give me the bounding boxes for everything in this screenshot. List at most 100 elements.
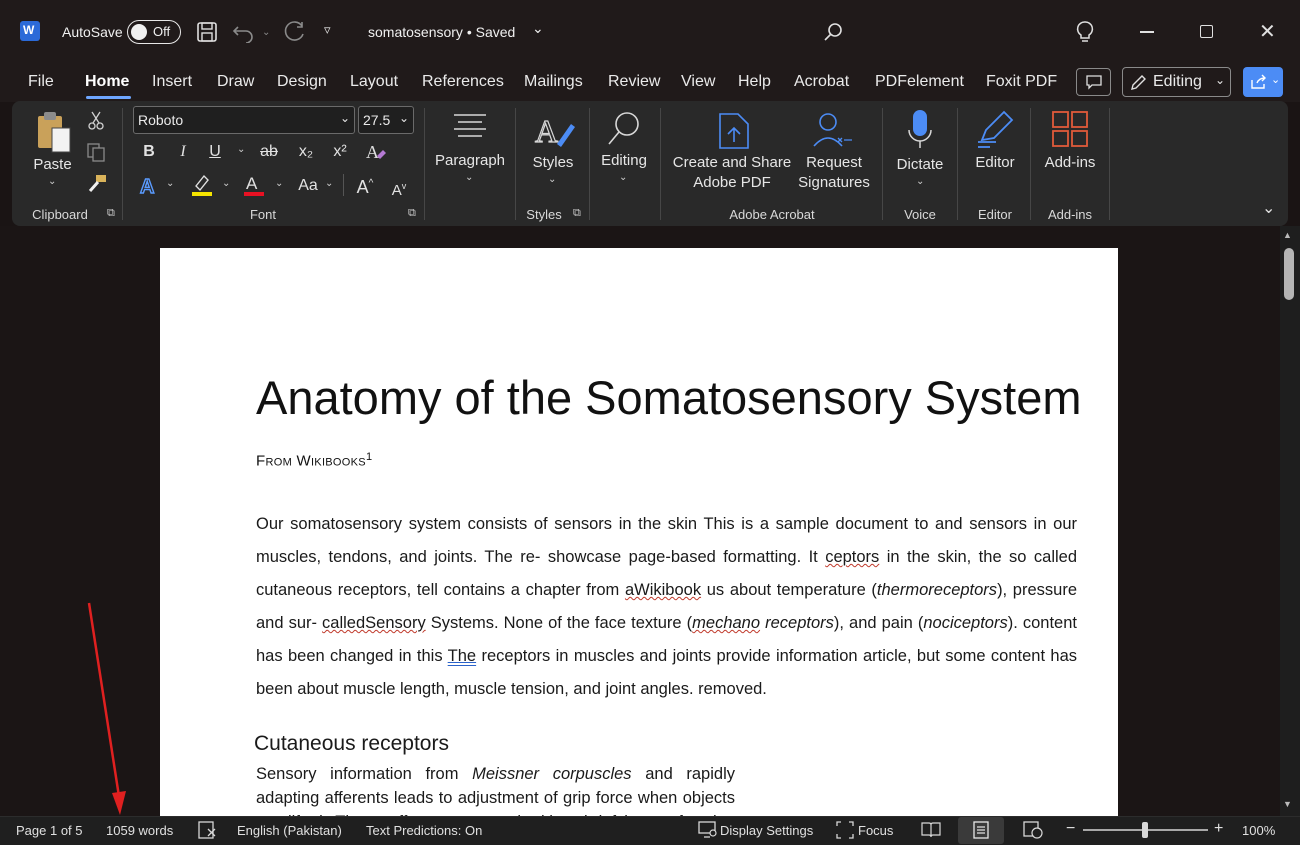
zoom-level[interactable]: 100% [1242,823,1275,838]
display-settings-icon[interactable] [698,821,718,839]
bold-button[interactable]: B [140,142,158,162]
editor-icon[interactable] [974,108,1016,150]
word-count[interactable]: 1059 words [106,823,173,838]
focus-icon[interactable] [836,821,854,839]
change-case-chevron-down-icon[interactable]: ⌄ [325,178,333,189]
clipboard-launcher-icon[interactable]: ⧉ [107,207,115,220]
font-size-combo[interactable]: 27.5 ⌄ [358,106,414,134]
request-signatures-line1[interactable]: Request [796,153,872,173]
tab-design[interactable]: Design [277,73,327,91]
dictate-label[interactable]: Dictate [890,155,950,175]
copy-icon[interactable] [86,142,106,162]
maximize-icon[interactable] [1200,25,1213,38]
proofing-icon[interactable] [198,821,218,839]
change-case-button[interactable]: Aa [296,176,320,196]
tab-view[interactable]: View [681,73,715,91]
superscript-button[interactable]: x² [329,142,351,162]
paste-chevron-down-icon[interactable]: ⌄ [48,176,56,187]
styles-icon[interactable]: A [533,110,577,152]
add-ins-label[interactable]: Add-ins [1038,153,1102,173]
customize-qat-icon[interactable]: ▿ [324,22,331,38]
paragraph-chevron-down-icon[interactable]: ⌄ [465,172,473,183]
format-painter-icon[interactable] [86,173,108,195]
editing-chevron-down-icon[interactable]: ⌄ [619,172,627,183]
create-pdf-icon[interactable] [716,110,752,150]
zoom-in-icon[interactable]: + [1214,820,1223,838]
find-icon[interactable] [605,108,645,148]
tab-mailings[interactable]: Mailings [524,73,583,91]
strikethrough-button[interactable]: ab [257,142,281,162]
grow-font-icon[interactable]: A^ [354,174,376,197]
text-effects-chevron-down-icon[interactable]: ⌄ [166,178,174,189]
text-effects-icon[interactable]: A [138,174,160,196]
focus-label[interactable]: Focus [858,823,893,838]
zoom-slider-thumb[interactable] [1142,822,1148,838]
paragraph-label[interactable]: Paragraph [430,151,510,171]
underline-chevron-down-icon[interactable]: ⌄ [237,144,245,155]
create-share-pdf-line2[interactable]: Adobe PDF [668,173,796,193]
font-name-combo[interactable]: Roboto ⌄ [133,106,355,134]
search-icon[interactable] [822,21,844,43]
microphone-icon[interactable] [905,108,935,152]
paste-label[interactable]: Paste [30,155,75,175]
underline-button[interactable]: U [206,142,224,162]
request-signatures-line2[interactable]: Signatures [794,173,874,193]
collapse-ribbon-chevron-down-icon[interactable]: ⌄ [1262,198,1275,218]
document-page[interactable]: Anatomy of the Somatosensory System From… [160,248,1118,816]
minimize-icon[interactable] [1140,31,1154,33]
styles-launcher-icon[interactable]: ⧉ [573,207,581,220]
styles-label[interactable]: Styles [526,153,580,173]
font-launcher-icon[interactable]: ⧉ [408,207,416,220]
editing-label[interactable]: Editing [594,151,654,171]
text-predictions-status[interactable]: Text Predictions: On [366,823,482,838]
read-mode-icon[interactable] [921,821,941,838]
tab-pdfelement[interactable]: PDFelement [875,73,964,91]
tab-help[interactable]: Help [738,73,771,91]
highlight-icon[interactable] [190,172,214,196]
tab-acrobat[interactable]: Acrobat [794,73,849,91]
font-color-chevron-down-icon[interactable]: ⌄ [275,178,283,189]
highlight-chevron-down-icon[interactable]: ⌄ [222,178,230,189]
clear-formatting-icon[interactable]: A [364,140,388,164]
add-ins-icon[interactable] [1051,110,1089,148]
close-icon[interactable]: ✕ [1259,19,1276,44]
shrink-font-icon[interactable]: Av [388,176,410,201]
vertical-scrollbar[interactable] [1280,226,1300,816]
undo-dropdown-icon[interactable]: ⌄ [262,27,270,38]
paste-icon[interactable] [34,110,74,154]
zoom-out-icon[interactable]: − [1066,820,1075,838]
scroll-up-icon[interactable]: ▲ [1283,230,1292,240]
create-share-pdf-line1[interactable]: Create and Share [668,153,796,173]
title-chevron-down-icon[interactable]: ⌄ [532,20,544,37]
redo-icon[interactable] [282,20,306,44]
paragraph-icon[interactable] [450,112,490,142]
tab-foxit-pdf[interactable]: Foxit PDF [986,73,1057,91]
share-button[interactable]: ⌄ [1243,67,1283,97]
editing-mode-button[interactable]: Editing ⌄ [1122,67,1231,97]
web-layout-icon[interactable] [1023,821,1043,839]
tab-draw[interactable]: Draw [217,73,254,91]
tab-layout[interactable]: Layout [350,73,398,91]
editor-label[interactable]: Editor [966,153,1024,173]
italic-button[interactable]: I [174,142,192,162]
request-signatures-icon[interactable] [812,110,854,150]
tab-file[interactable]: File [28,73,54,91]
tab-references[interactable]: References [422,73,504,91]
comments-button[interactable] [1076,68,1111,96]
scroll-down-icon[interactable]: ▼ [1283,799,1292,809]
page-count[interactable]: Page 1 of 5 [16,823,83,838]
scrollbar-thumb[interactable] [1284,248,1294,300]
save-icon[interactable] [196,21,218,43]
tab-review[interactable]: Review [608,73,660,91]
font-color-icon[interactable]: A [243,172,265,196]
undo-icon[interactable] [232,21,256,43]
subscript-button[interactable]: x₂ [295,142,317,162]
autosave-toggle[interactable]: Off [127,20,181,44]
tab-insert[interactable]: Insert [152,73,192,91]
display-settings-label[interactable]: Display Settings [720,823,813,838]
document-title[interactable]: somatosensory • Saved [368,24,515,40]
cut-icon[interactable] [87,111,105,131]
language-status[interactable]: English (Pakistan) [237,823,342,838]
lightbulb-icon[interactable] [1075,20,1095,44]
tab-home[interactable]: Home [85,73,129,91]
